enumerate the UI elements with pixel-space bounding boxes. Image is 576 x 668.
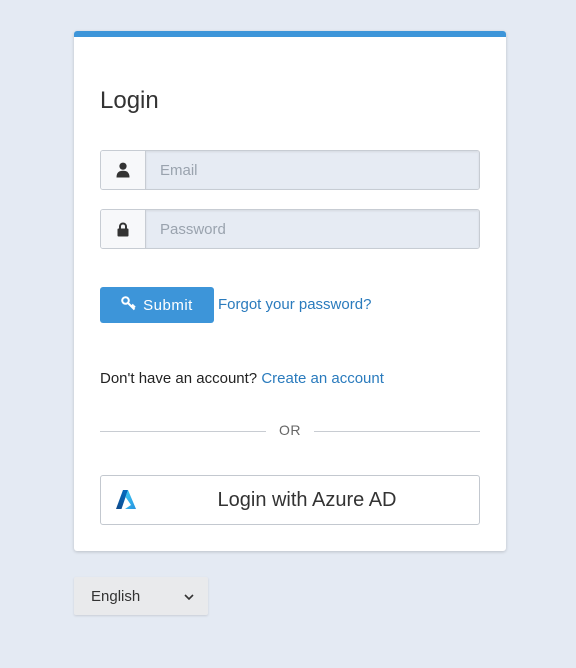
create-account-link[interactable]: Create an account [261, 370, 384, 387]
language-selected-label: English [91, 587, 141, 605]
login-card: Login Submit Forgot your password? [74, 31, 506, 551]
email-field-group [100, 150, 480, 190]
chevron-down-icon [184, 587, 194, 605]
azure-login-label: Login with Azure AD [217, 488, 397, 511]
email-input[interactable] [146, 151, 479, 189]
divider-line-right [314, 431, 480, 432]
page-title: Login [100, 87, 159, 114]
user-icon [101, 151, 146, 189]
forgot-password-link[interactable]: Forgot your password? [218, 296, 371, 313]
submit-button[interactable]: Submit [100, 287, 214, 323]
lock-icon [101, 210, 146, 248]
divider-text: OR [279, 422, 301, 438]
or-divider: OR [100, 422, 480, 442]
key-icon [121, 295, 136, 315]
card-accent-bar [74, 31, 506, 37]
no-account-text: Don't have an account? [100, 370, 258, 387]
password-input[interactable] [146, 210, 479, 248]
language-select[interactable]: English [74, 577, 208, 615]
divider-line-left [100, 431, 266, 432]
azure-login-button[interactable]: Login with Azure AD [100, 475, 480, 525]
azure-logo-icon [115, 490, 137, 510]
submit-label: Submit [143, 296, 193, 314]
password-field-group [100, 209, 480, 249]
signup-row: Don't have an account? Create an account [100, 370, 384, 387]
